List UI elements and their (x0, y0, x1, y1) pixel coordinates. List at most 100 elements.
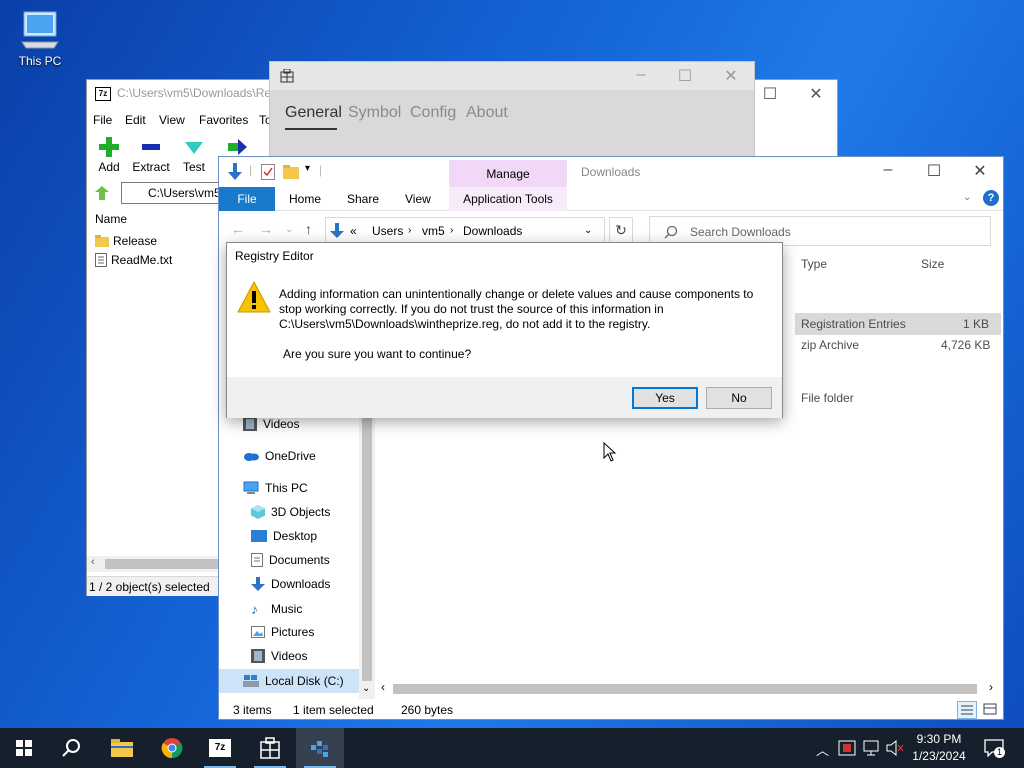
network-icon[interactable] (862, 740, 880, 756)
scroll-left-icon[interactable]: ‹ (381, 680, 385, 694)
tab-symbol[interactable]: Symbol (348, 104, 401, 122)
nav-desktop[interactable]: Desktop (251, 529, 317, 543)
scroll-left-icon[interactable]: ‹ (91, 556, 95, 568)
taskbar-7zip[interactable]: 7z (196, 728, 244, 768)
nav-videos-top[interactable]: Videos (243, 417, 299, 431)
tab-about[interactable]: About (466, 104, 508, 122)
taskbar-registry-editor[interactable] (296, 728, 344, 768)
breadcrumb-users[interactable]: Users (372, 224, 403, 238)
tab-share[interactable]: Share (347, 192, 379, 206)
back-icon[interactable]: ← (231, 221, 245, 237)
nav-pictures[interactable]: Pictures (251, 625, 314, 639)
close-icon[interactable]: ✕ (801, 84, 831, 104)
taskbar-chrome[interactable] (148, 728, 196, 768)
scroll-thumb[interactable] (393, 684, 977, 694)
up-icon[interactable]: ↑ (305, 221, 312, 237)
explorer-titlebar[interactable]: | ▾ | Manage Downloads – ☐ ✕ (219, 157, 1003, 187)
column-name[interactable]: Name (95, 212, 127, 226)
menu-file[interactable]: File (93, 113, 112, 127)
breadcrumb-chevron-icon: › (450, 225, 454, 236)
tab-home[interactable]: Home (289, 192, 321, 206)
settings-titlebar[interactable]: – ☐ ✕ (270, 62, 754, 90)
minimize-icon[interactable]: – (865, 161, 911, 179)
menu-favorites[interactable]: Favorites (199, 113, 248, 127)
close-icon[interactable]: ✕ (716, 66, 746, 86)
extract-button[interactable]: Extract (129, 134, 173, 174)
scroll-right-icon[interactable]: › (989, 680, 993, 694)
add-button[interactable]: Add (87, 134, 131, 174)
maximize-icon[interactable]: ☐ (755, 84, 785, 104)
scroll-down-icon[interactable]: ⌄ (362, 683, 370, 694)
menu-edit[interactable]: Edit (125, 113, 146, 127)
close-icon[interactable]: ✕ (957, 161, 1003, 181)
menu-view[interactable]: View (159, 113, 185, 127)
no-button[interactable]: No (706, 387, 772, 409)
tab-application-tools[interactable]: Application Tools (449, 187, 567, 211)
sevenzip-file-list: Name Release ReadMe.txt (87, 208, 217, 558)
refresh-button[interactable]: ↻ (609, 217, 633, 245)
security-icon[interactable] (838, 740, 856, 756)
properties-icon[interactable] (261, 164, 275, 180)
clock[interactable]: 9:30 PM 1/23/2024 (912, 731, 966, 765)
desktop-this-pc[interactable]: This PC (14, 8, 66, 76)
sevenzip-hscrollbar[interactable]: ‹ (87, 556, 220, 572)
tab-file[interactable]: File (219, 187, 275, 211)
breadcrumb-overflow[interactable]: « (350, 224, 357, 238)
minus-icon (142, 144, 160, 150)
nav-onedrive[interactable]: OneDrive (243, 449, 316, 463)
onedrive-icon (244, 453, 259, 461)
scroll-thumb[interactable] (105, 559, 220, 569)
tab-underline (285, 128, 337, 130)
status-item-count: 3 items (233, 703, 272, 717)
expand-ribbon-icon[interactable]: ⌄ (963, 192, 971, 203)
tab-general[interactable]: General (285, 104, 342, 122)
nav-downloads[interactable]: Downloads (251, 577, 330, 591)
show-hidden-icons-icon[interactable]: ︿ (816, 740, 829, 759)
forward-icon[interactable]: → (259, 221, 273, 237)
taskbar-file-explorer[interactable] (98, 728, 146, 768)
nav-this-pc[interactable]: This PC (243, 481, 308, 495)
row-type: File folder (801, 391, 854, 405)
breadcrumb-vm5[interactable]: vm5 (422, 224, 445, 238)
nav-local-disk[interactable]: Local Disk (C:) (219, 669, 359, 693)
recent-locations-icon[interactable]: ⌄ (285, 224, 293, 235)
address-bar[interactable]: « Users › vm5 › Downloads ⌄ (325, 217, 605, 245)
maximize-icon[interactable]: ☐ (670, 66, 700, 86)
column-type[interactable]: Type (801, 257, 827, 271)
minimize-icon[interactable]: – (626, 66, 656, 84)
folder-up-icon[interactable] (93, 184, 111, 202)
yes-button[interactable]: Yes (632, 387, 698, 409)
nav-3d-objects[interactable]: 3D Objects (251, 505, 330, 519)
tab-manage[interactable]: Manage (449, 160, 567, 187)
address-dropdown-icon[interactable]: ⌄ (584, 225, 592, 236)
details-view-button[interactable] (957, 701, 977, 719)
quick-access-down-icon[interactable] (227, 163, 243, 181)
nav-documents[interactable]: Documents (251, 553, 330, 567)
new-folder-icon[interactable] (283, 165, 299, 179)
column-size[interactable]: Size (921, 257, 944, 271)
large-icons-view-icon (983, 703, 997, 715)
tab-config[interactable]: Config (410, 104, 456, 122)
customize-qat-icon[interactable]: ▾ (305, 163, 310, 174)
notifications-button[interactable]: 1 (984, 739, 1006, 760)
plus-icon (99, 137, 119, 157)
warning-icon (237, 281, 271, 313)
nav-music[interactable]: ♪ Music (251, 601, 302, 617)
list-item[interactable]: Release (95, 234, 157, 248)
volume-muted-icon[interactable] (886, 740, 904, 756)
explorer-statusbar: 3 items 1 item selected 260 bytes (219, 699, 1003, 721)
add-label: Add (98, 160, 120, 174)
breadcrumb-downloads[interactable]: Downloads (463, 224, 522, 238)
start-button[interactable] (0, 728, 48, 768)
nav-videos[interactable]: Videos (251, 649, 307, 663)
list-item[interactable]: ReadMe.txt (95, 253, 172, 267)
large-icons-view-button[interactable] (981, 701, 1001, 719)
maximize-icon[interactable]: ☐ (911, 161, 957, 181)
tab-view[interactable]: View (405, 192, 431, 206)
file-list-hscrollbar[interactable]: ‹ › (375, 680, 1005, 697)
help-icon[interactable]: ? (983, 190, 999, 206)
test-button[interactable]: Test (172, 134, 216, 174)
search-button[interactable] (48, 728, 96, 768)
mouse-cursor-icon (603, 442, 617, 462)
taskbar-app[interactable] (246, 728, 294, 768)
